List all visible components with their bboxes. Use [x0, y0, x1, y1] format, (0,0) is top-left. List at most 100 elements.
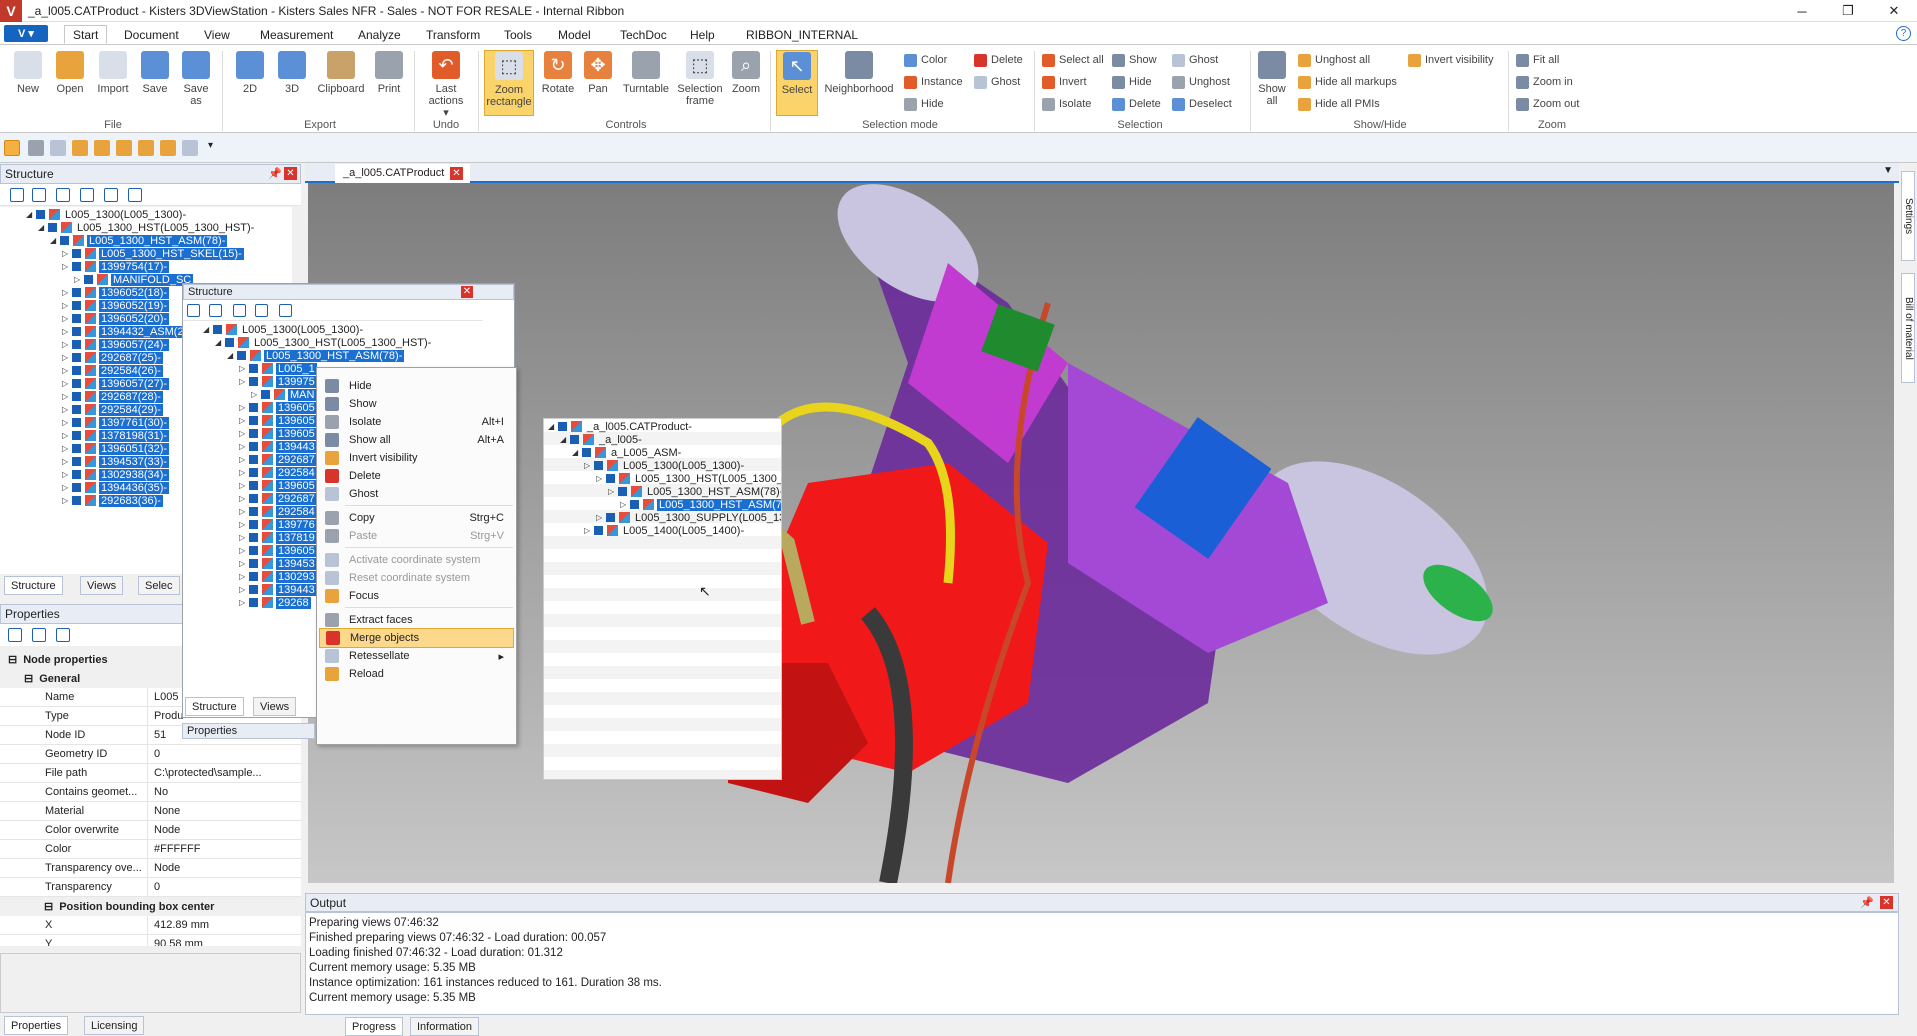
tab-model[interactable]: Model	[550, 26, 599, 45]
visibility-checkbox[interactable]	[72, 418, 81, 427]
filter-icon[interactable]	[56, 628, 70, 642]
visibility-checkbox[interactable]	[72, 405, 81, 414]
mode-delete-button[interactable]: Delete	[974, 51, 1023, 69]
expander-icon[interactable]: ▷	[62, 405, 72, 414]
expander-icon[interactable]: ▷	[239, 507, 249, 516]
visibility-checkbox[interactable]	[72, 470, 81, 479]
visibility-checkbox[interactable]	[261, 390, 270, 399]
expander-icon[interactable]: ▷	[239, 442, 249, 451]
menu-item[interactable]: Paste Strg+V	[319, 526, 514, 546]
menu-item[interactable]: Isolate Alt+I	[319, 412, 514, 432]
import-button[interactable]: Import	[93, 51, 133, 95]
unghost-button[interactable]: Unghost	[1172, 73, 1230, 91]
visibility-checkbox[interactable]	[72, 392, 81, 401]
expander-icon[interactable]: ◢	[215, 338, 225, 347]
zoom-out-button[interactable]: Zoom out	[1516, 95, 1579, 113]
expander-icon[interactable]: ▷	[62, 444, 72, 453]
property-row[interactable]: Geometry ID 0	[0, 745, 301, 764]
expand-all-icon[interactable]	[233, 304, 246, 317]
expander-icon[interactable]: ▷	[239, 585, 249, 594]
app-menu-button[interactable]: V ▾	[4, 25, 48, 42]
expander-icon[interactable]: ▷	[239, 481, 249, 490]
export-3d-button[interactable]: 3D	[276, 51, 308, 95]
hide-all-pmis-button[interactable]: Hide all PMIs	[1298, 95, 1380, 113]
visibility-checkbox[interactable]	[72, 314, 81, 323]
clipboard-button[interactable]: Clipboard	[314, 51, 368, 95]
invert-visibility-button[interactable]: Invert visibility	[1408, 51, 1493, 69]
close-icon[interactable]: ✕	[284, 167, 297, 180]
property-row[interactable]: Contains geomet... No	[0, 783, 301, 802]
visibility-checkbox[interactable]	[60, 236, 69, 245]
property-value[interactable]: Node	[148, 859, 301, 877]
collapse-all-icon[interactable]	[255, 304, 268, 317]
selection-frame-button[interactable]: ⬚ Selection frame	[674, 51, 726, 107]
expander-icon[interactable]: ▷	[62, 262, 72, 271]
property-row[interactable]: Transparency ove... Node	[0, 859, 301, 878]
expander-icon[interactable]: ▷	[62, 314, 72, 323]
visibility-checkbox[interactable]	[72, 301, 81, 310]
new-button[interactable]: New	[12, 51, 44, 95]
turntable-button[interactable]: Turntable	[620, 51, 672, 95]
tool-icon[interactable]	[94, 140, 110, 156]
open-button[interactable]: Open	[52, 51, 88, 95]
expander-icon[interactable]: ▷	[239, 416, 249, 425]
property-value[interactable]: 0	[148, 878, 301, 896]
expander-icon[interactable]: ▷	[62, 249, 72, 258]
visibility-checkbox[interactable]	[249, 507, 258, 516]
expander-icon[interactable]: ▷	[584, 461, 594, 470]
menu-item[interactable]: Invert visibility	[319, 448, 514, 468]
visibility-checkbox[interactable]	[594, 461, 603, 470]
visibility-checkbox[interactable]	[249, 416, 258, 425]
expander-icon[interactable]: ▷	[239, 403, 249, 412]
visibility-checkbox[interactable]	[249, 468, 258, 477]
menu-item[interactable]: Focus	[319, 586, 514, 606]
close-icon[interactable]: ✕	[1880, 896, 1893, 909]
visibility-checkbox[interactable]	[72, 444, 81, 453]
visibility-checkbox[interactable]	[249, 481, 258, 490]
tool-icon[interactable]	[160, 140, 176, 156]
visibility-checkbox[interactable]	[72, 340, 81, 349]
tab-measurement[interactable]: Measurement	[252, 26, 341, 45]
visibility-checkbox[interactable]	[36, 210, 45, 219]
visibility-checkbox[interactable]	[249, 429, 258, 438]
expander-icon[interactable]: ▷	[596, 474, 606, 483]
information-tab[interactable]: Information	[410, 1017, 480, 1036]
visibility-checkbox[interactable]	[72, 249, 81, 258]
visibility-checkbox[interactable]	[249, 598, 258, 607]
tab-document[interactable]: Document	[116, 26, 187, 45]
visibility-checkbox[interactable]	[48, 223, 57, 232]
minimize-button[interactable]: ─	[1780, 0, 1824, 22]
views-tab[interactable]: Views	[80, 576, 124, 595]
property-value[interactable]: 90.58 mm	[148, 935, 301, 946]
property-value[interactable]: #FFFFFF	[148, 840, 301, 858]
property-value[interactable]: C:\protected\sample...	[148, 764, 301, 782]
save-button[interactable]: Save	[138, 51, 172, 95]
expand-icon[interactable]	[10, 188, 24, 202]
expander-icon[interactable]: ▷	[62, 379, 72, 388]
visibility-checkbox[interactable]	[249, 494, 258, 503]
visibility-checkbox[interactable]	[249, 364, 258, 373]
tool-icon[interactable]	[72, 140, 88, 156]
hide-button[interactable]: Hide	[1112, 73, 1152, 91]
visibility-checkbox[interactable]	[72, 366, 81, 375]
mode-hide-button[interactable]: Hide	[904, 95, 944, 113]
unghost-all-button[interactable]: Unghost all	[1298, 51, 1370, 69]
tab-list-icon[interactable]: ▼	[1883, 165, 1893, 176]
visibility-checkbox[interactable]	[72, 379, 81, 388]
visibility-checkbox[interactable]	[558, 422, 567, 431]
visibility-checkbox[interactable]	[249, 546, 258, 555]
visibility-checkbox[interactable]	[72, 496, 81, 505]
menu-item[interactable]: Reset coordinate system	[319, 568, 514, 588]
visibility-checkbox[interactable]	[84, 275, 93, 284]
tool-icon[interactable]	[138, 140, 154, 156]
property-value[interactable]: None	[148, 802, 301, 820]
print-button[interactable]: Print	[372, 51, 406, 95]
mode-color-button[interactable]: Color	[904, 51, 947, 69]
visibility-checkbox[interactable]	[249, 572, 258, 581]
property-row[interactable]: Color #FFFFFF	[0, 840, 301, 859]
visibility-checkbox[interactable]	[249, 442, 258, 451]
tool-icon[interactable]	[28, 140, 44, 156]
expander-icon[interactable]: ▷	[251, 390, 261, 399]
expander-icon[interactable]: ▷	[62, 340, 72, 349]
pin-icon[interactable]: 📌	[268, 167, 282, 180]
